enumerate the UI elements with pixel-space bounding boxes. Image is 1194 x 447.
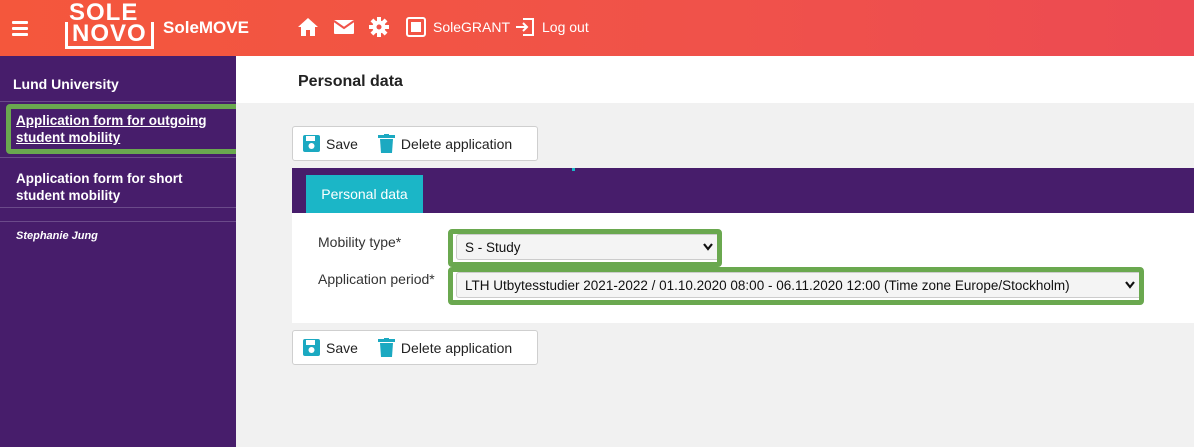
sidebar-item-outgoing-mobility[interactable]: Application form for outgoing student mo… [16,112,226,146]
mobility-type-select[interactable]: S - Study [456,234,722,260]
trash-icon [377,338,395,357]
mail-icon[interactable] [333,16,355,38]
gear-icon[interactable] [368,16,390,38]
delete-application-button[interactable]: Delete application [368,127,522,160]
user-name: Stephanie Jung [16,230,98,242]
save-icon [303,135,320,152]
save-label: Save [326,339,358,356]
organization-title: Lund University [13,76,119,92]
chevron-down-icon [703,243,713,251]
application-period-select[interactable]: LTH Utbytesstudier 2021-2022 / 01.10.202… [456,272,1144,298]
page-title: Personal data [298,73,403,90]
mobility-type-value: S - Study [465,239,521,255]
sidebar: Lund University Application form for out… [0,56,236,447]
form-panel-body: Mobility type* S - Study Application per… [292,213,1194,323]
save-button[interactable]: Save [293,127,368,160]
logout-icon[interactable] [514,16,536,38]
sidebar-divider [0,101,236,102]
mobility-type-label: Mobility type* [318,234,402,250]
solenovo-logo: SOLE NOVO [57,0,154,50]
trash-icon [377,134,395,153]
application-period-value: LTH Utbytesstudier 2021-2022 / 01.10.202… [465,277,1070,293]
toolbar-bottom: Save Delete application [292,330,538,365]
home-icon[interactable] [297,16,319,38]
save-icon [303,339,320,356]
chevron-down-icon [1125,281,1135,289]
save-label: Save [326,135,358,152]
form-panel-header: Personal data [292,168,1194,213]
page-header: Personal data [236,56,1194,103]
delete-label: Delete application [400,339,513,356]
app-name: SoleMOVE [163,18,249,37]
hamburger-menu-icon[interactable] [10,14,34,42]
sidebar-divider [0,207,236,208]
sidebar-divider [0,157,236,158]
top-bar: SOLE NOVO SoleMOVE SoleGRANT Log out [0,0,1194,56]
tab-personal-data[interactable]: Personal data [306,175,423,213]
delete-application-button[interactable]: Delete application [368,331,522,364]
toolbar-top: Save Delete application [292,126,538,161]
delete-label: Delete application [400,135,513,152]
save-button[interactable]: Save [293,331,368,364]
accent-dot [572,168,575,171]
sidebar-item-short-mobility[interactable]: Application form for short student mobil… [16,170,226,204]
main-content: Save Delete application Personal data Mo… [236,103,1194,447]
solegrant-link[interactable]: SoleGRANT [433,19,510,35]
solegrant-icon[interactable] [405,16,427,38]
logout-link[interactable]: Log out [542,19,589,35]
application-period-label: Application period* [318,271,435,287]
sidebar-divider [0,221,236,222]
